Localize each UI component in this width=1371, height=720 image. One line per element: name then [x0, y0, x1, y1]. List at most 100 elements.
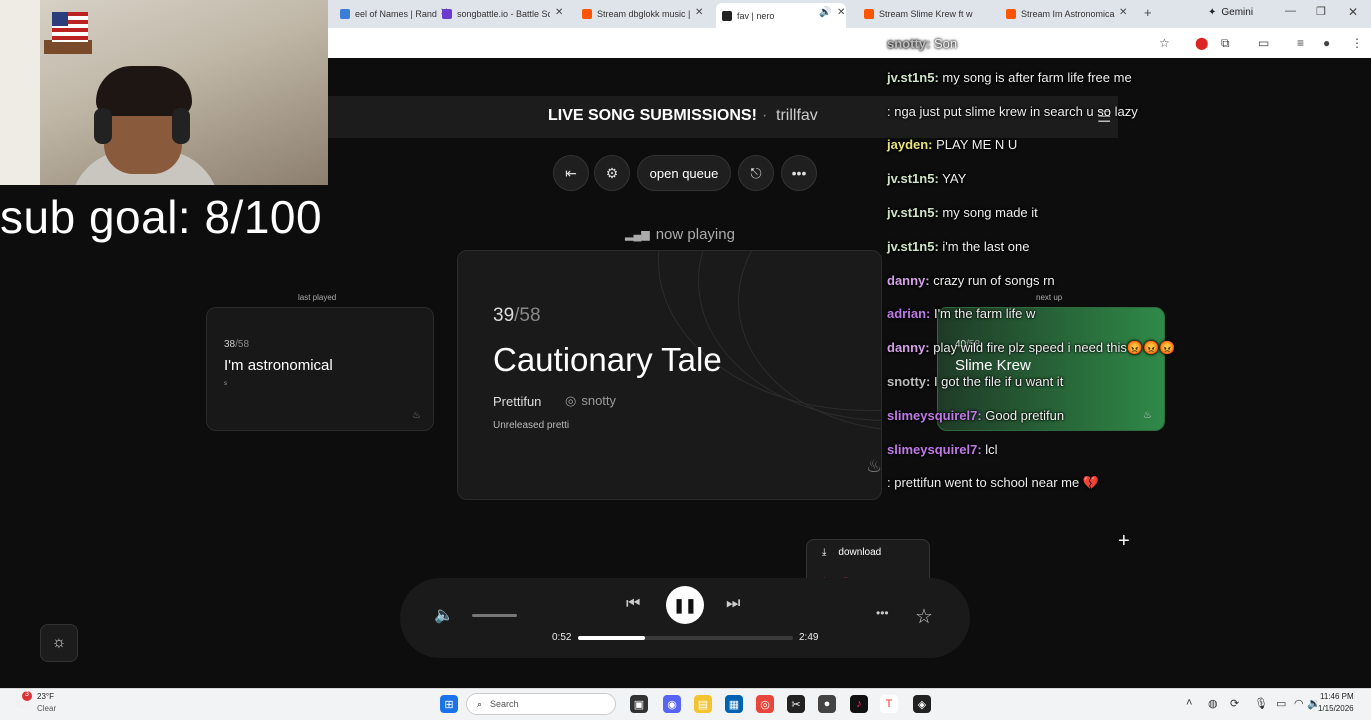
browser-tab-2[interactable]: songbattle.io - Battle So: [436, 4, 550, 24]
clock-time[interactable]: 11:46 PM: [1320, 692, 1354, 701]
last-played-card[interactable]: 38/58 I'm astronomical s ♨: [206, 307, 434, 431]
bookmark-star-icon[interactable]: ☆: [1159, 36, 1170, 50]
exit-button[interactable]: ⇤: [553, 155, 589, 191]
tray-sync-icon[interactable]: ⟳: [1230, 697, 1239, 710]
close-window-icon[interactable]: ✕: [1348, 5, 1358, 19]
webcam-headphone-right: [172, 108, 190, 144]
banner-separator: ·: [762, 107, 768, 124]
taskbar-search[interactable]: ⌕ Search: [466, 693, 616, 715]
next-track-icon[interactable]: ⏭: [726, 595, 740, 613]
new-tab-icon[interactable]: +: [1144, 5, 1152, 20]
file-explorer-icon[interactable]: ▤: [694, 695, 712, 713]
capcut-icon[interactable]: ✂: [787, 695, 805, 713]
theme-toggle-button[interactable]: ☼: [40, 624, 78, 662]
maximize-icon[interactable]: ❐: [1316, 5, 1326, 18]
chat-username: danny:: [887, 340, 930, 356]
now-playing-card[interactable]: 39/58 Cautionary Tale Prettifun ◎ snotty…: [457, 250, 882, 500]
webcam-flag: [52, 12, 88, 42]
previous-track-icon[interactable]: ⏮: [626, 595, 640, 613]
tab-title: eel of Names | Rand: [355, 9, 437, 19]
share-button[interactable]: ⎋: [738, 155, 774, 191]
browser-menu-icon[interactable]: ⋮: [1351, 36, 1363, 50]
tray-display-icon[interactable]: ▭: [1276, 697, 1286, 710]
browser-tab-3[interactable]: Stream dbglokk music |: [576, 4, 696, 24]
settings-button[interactable]: ⚙: [594, 155, 630, 191]
profile-avatar[interactable]: ●: [1323, 36, 1330, 50]
close-tab-icon[interactable]: ✕: [555, 7, 563, 18]
chat-text: my song is after farm life free me: [938, 69, 1132, 85]
browser-tab-1[interactable]: eel of Names | Rand: [334, 4, 444, 24]
star-icon[interactable]: ☆: [915, 604, 933, 629]
chat-text: my song made it: [938, 205, 1038, 220]
banner-title: LIVE SONG SUBMISSIONS!: [548, 107, 757, 124]
more-options-icon[interactable]: •••: [876, 606, 889, 620]
chat-text: : prettifun went to school near me 💔: [887, 475, 1100, 491]
extensions-icon[interactable]: ⧉: [1221, 36, 1230, 51]
weather-temp: 23°F: [37, 692, 54, 701]
card-wave-decoration: [738, 251, 881, 431]
speaker-icon[interactable]: 🔊: [819, 7, 831, 18]
chat-message: jv.st1n5: i'm the last one: [887, 239, 1029, 254]
opera-extension-icon[interactable]: ⬤: [1195, 36, 1208, 50]
chat-message: adrian: I'm the farm life w: [887, 306, 1035, 321]
tab-favicon: [864, 9, 874, 19]
chat-username: jv.st1n5:: [887, 238, 939, 254]
tab-title: Stream Im Astronomica: [1021, 9, 1115, 19]
webcam-feed: [0, 0, 328, 185]
discord-icon[interactable]: ◉: [663, 695, 681, 713]
tiktok-studio-icon[interactable]: T: [880, 695, 898, 713]
address-bar[interactable]: [328, 28, 1371, 58]
chat-text: i'm the last one: [938, 238, 1030, 254]
pause-icon: ❚❚: [673, 596, 697, 613]
open-queue-button[interactable]: open queue: [637, 155, 731, 191]
now-playing-label: ▂▄▆ now playing: [625, 226, 735, 243]
chat-username: danny:: [887, 272, 930, 288]
volume-icon[interactable]: 🔈: [434, 605, 454, 625]
pause-button[interactable]: ❚❚: [666, 586, 704, 624]
volume-slider[interactable]: [472, 614, 517, 617]
tray-app-icon[interactable]: ◍: [1208, 697, 1218, 710]
last-track-title: I'm astronomical: [224, 357, 333, 374]
windows-taskbar: [0, 688, 1371, 720]
chat-text: play wild fire plz speed i need this😡😡😡: [929, 340, 1176, 356]
tray-chevron-icon[interactable]: ˄: [1186, 697, 1192, 709]
duration: 2:49: [799, 632, 819, 643]
notification-badge: 3: [22, 691, 32, 701]
close-tab-icon[interactable]: ✕: [695, 7, 703, 18]
tab-title: songbattle.io - Battle So: [457, 9, 550, 19]
track-note: Unreleased pretti: [493, 420, 570, 431]
sidepanel-icon[interactable]: ▭: [1258, 36, 1269, 50]
obs-icon[interactable]: ●: [818, 695, 836, 713]
task-view-icon[interactable]: ▣: [630, 695, 648, 713]
next-track-title: Slime Krew: [955, 357, 1031, 374]
close-tab-icon[interactable]: ✕: [837, 7, 845, 18]
gemini-button[interactable]: ✦ Gemini: [1208, 7, 1253, 18]
chrome-icon[interactable]: ◎: [756, 695, 774, 713]
chat-username: jv.st1n5:: [887, 69, 939, 85]
chat-text: YAY: [938, 171, 967, 187]
more-options-button[interactable]: •••: [781, 155, 817, 191]
tab-favicon: [722, 10, 732, 21]
close-tab-icon[interactable]: ✕: [1119, 7, 1127, 18]
tab-favicon: [1006, 9, 1016, 19]
store-icon[interactable]: ▦: [725, 695, 743, 713]
instagram-icon: ◎: [565, 393, 577, 408]
tab-title: fav | nero: [737, 10, 775, 21]
clock-date[interactable]: 1/15/2026: [1318, 704, 1354, 713]
tiktok-icon[interactable]: ♪: [850, 695, 868, 713]
tray-mic-icon[interactable]: 🎙: [1254, 697, 1268, 710]
minimize-icon[interactable]: —: [1285, 5, 1296, 17]
windows-start-icon[interactable]: ⊞: [440, 695, 458, 713]
sub-goal-text: sub goal: 8/100: [0, 191, 323, 243]
media-icon[interactable]: ≡: [1297, 36, 1304, 50]
browser-tab-6[interactable]: Stream Im Astronomica: [1000, 4, 1124, 24]
tray-wifi-icon[interactable]: ◠: [1294, 697, 1304, 710]
chat-username: jv.st1n5:: [887, 171, 939, 187]
app-icon[interactable]: ◈: [913, 695, 931, 713]
chat-message: jv.st1n5: my song is after farm life fre…: [887, 70, 1132, 85]
browser-tab-5[interactable]: Stream Slime Krew ft w: [858, 4, 978, 24]
download-menu-item[interactable]: ⤓ download: [822, 547, 881, 558]
flame-icon: ♨: [1143, 410, 1152, 421]
chat-text: crazy run of songs rn: [929, 272, 1055, 288]
chat-message: danny: crazy run of songs rn: [887, 273, 1055, 288]
